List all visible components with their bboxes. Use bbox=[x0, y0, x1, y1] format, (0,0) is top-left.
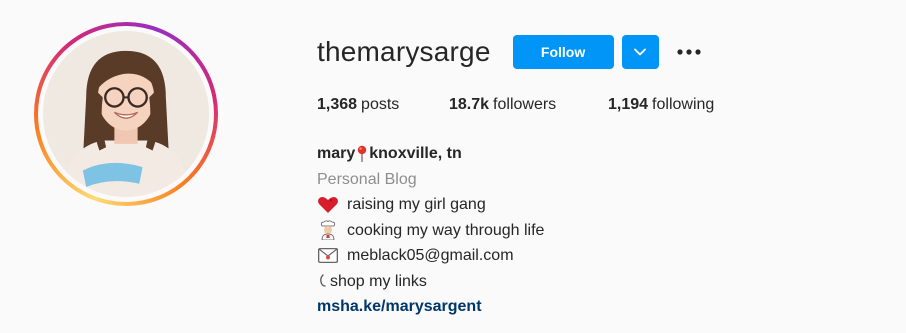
following-label: following bbox=[652, 96, 715, 113]
posts-count: 1,368 bbox=[317, 96, 358, 113]
profile-bio: mary knoxville, tn Personal Blog raising… bbox=[317, 141, 544, 320]
display-name: mary knoxville, tn bbox=[317, 141, 544, 167]
bio-line-text: cooking my way through life bbox=[347, 221, 545, 239]
bio-line: raising my girl gang bbox=[317, 192, 544, 218]
profile-header: themarysarge Follow 1,368 posts 18.7k fo… bbox=[0, 0, 906, 333]
pin-icon bbox=[358, 145, 367, 162]
avatar-gap bbox=[38, 26, 214, 202]
bio-line: shop my links bbox=[317, 269, 544, 295]
bio-line-text: meblack05@gmail.com bbox=[347, 247, 514, 264]
posts-stat: 1,368 posts bbox=[317, 96, 449, 114]
bio-line: meblack05@gmail.com bbox=[317, 243, 544, 269]
profile-stats: 1,368 posts 18.7k followers 1,194 follow… bbox=[317, 96, 714, 114]
bio-line-text: raising my girl gang bbox=[347, 196, 486, 213]
chevron-down-icon bbox=[634, 48, 646, 56]
story-ring[interactable] bbox=[34, 22, 218, 206]
bio-line: cooking my way through life bbox=[317, 218, 544, 244]
username: themarysarge bbox=[317, 36, 491, 67]
profile-category: Personal Blog bbox=[317, 170, 417, 188]
suggested-accounts-button[interactable] bbox=[621, 35, 659, 69]
follow-button[interactable]: Follow bbox=[512, 35, 614, 69]
chef-icon bbox=[317, 220, 339, 241]
envelope-icon bbox=[317, 246, 339, 266]
bio-line-text: shop my links bbox=[330, 272, 427, 290]
followers-label: followers bbox=[493, 96, 557, 113]
external-link[interactable]: msha.ke/marysargent bbox=[317, 294, 544, 320]
avatar[interactable] bbox=[43, 31, 209, 197]
profile-title-row: themarysarge Follow bbox=[317, 34, 703, 70]
display-name-part1: mary bbox=[317, 145, 356, 162]
following-count: 1,194 bbox=[608, 96, 649, 113]
followers-count: 18.7k bbox=[449, 96, 490, 113]
followers-stat[interactable]: 18.7k followers bbox=[449, 96, 608, 114]
more-options-button[interactable] bbox=[675, 35, 703, 69]
avatar-photo bbox=[43, 31, 209, 197]
hook-icon bbox=[317, 271, 327, 291]
posts-label: posts bbox=[361, 96, 400, 113]
display-name-part2: knoxville, tn bbox=[369, 145, 462, 162]
more-options-icon bbox=[676, 49, 701, 55]
heart-icon bbox=[317, 195, 339, 215]
following-stat[interactable]: 1,194 following bbox=[608, 96, 714, 114]
